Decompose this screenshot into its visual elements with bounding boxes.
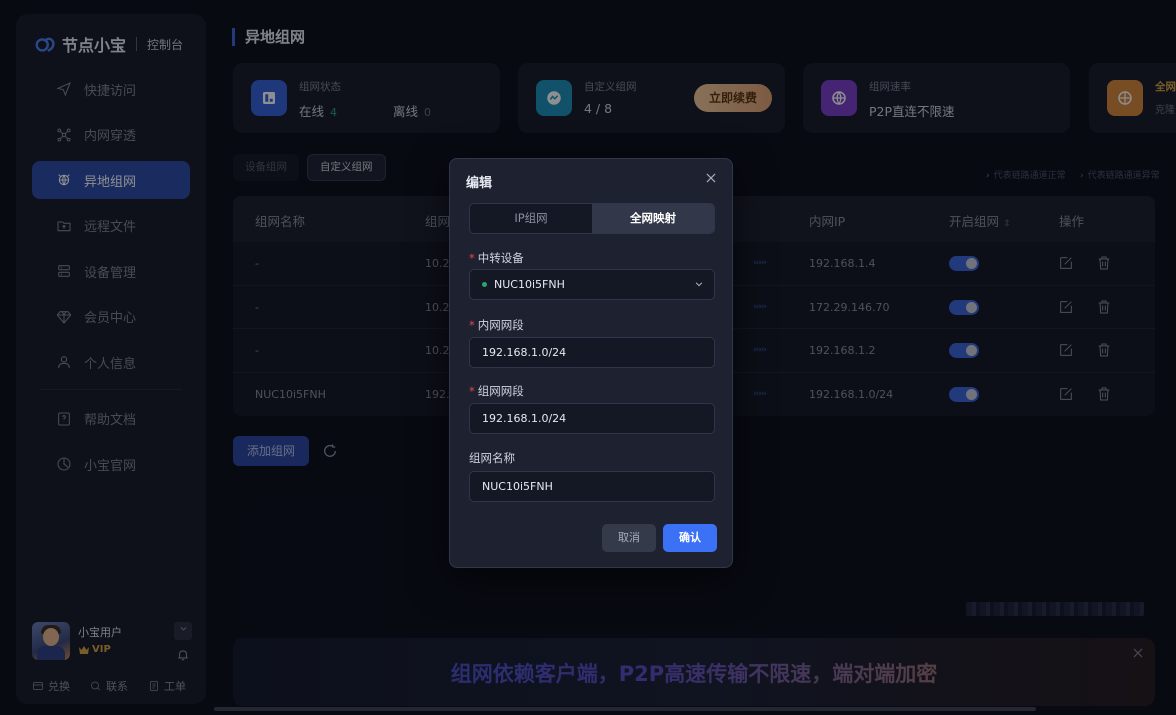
lan-segment-label: * 内网网段 — [469, 317, 524, 333]
net-segment-label-text: 组网网段 — [477, 384, 524, 398]
relay-label: * 中转设备 — [469, 250, 524, 266]
edit-dialog: 编辑 IP组网 全网映射 * 中转设备 NUC10i5FNH * 内网网段 192.… — [449, 158, 733, 568]
dialog-title: 编辑 — [466, 176, 493, 191]
tab-ip-network[interactable]: IP组网 — [470, 204, 592, 233]
required-mark: * — [469, 384, 475, 398]
close-icon[interactable] — [704, 171, 718, 185]
online-dot — [482, 281, 487, 287]
relay-label-text: 中转设备 — [477, 251, 524, 265]
required-mark: * — [469, 318, 475, 332]
network-name-input[interactable]: NUC10i5FNH — [469, 471, 715, 502]
relay-device-select[interactable]: NUC10i5FNH — [469, 269, 715, 300]
required-mark: * — [469, 251, 475, 265]
chevron-down-icon — [695, 282, 703, 287]
lan-segment-input[interactable]: 192.168.1.0/24 — [469, 337, 715, 368]
cancel-button[interactable]: 取消 — [602, 524, 656, 552]
tab-full-mapping[interactable]: 全网映射 — [592, 204, 714, 233]
mode-segmented-control: IP组网 全网映射 — [469, 203, 715, 234]
confirm-button[interactable]: 确认 — [663, 524, 717, 552]
net-segment-input[interactable]: 192.168.1.0/24 — [469, 403, 715, 434]
lan-segment-label-text: 内网网段 — [477, 318, 524, 332]
network-name-label: 组网名称 — [469, 451, 515, 465]
relay-device-value: NUC10i5FNH — [494, 278, 565, 291]
net-segment-label: * 组网网段 — [469, 383, 524, 399]
